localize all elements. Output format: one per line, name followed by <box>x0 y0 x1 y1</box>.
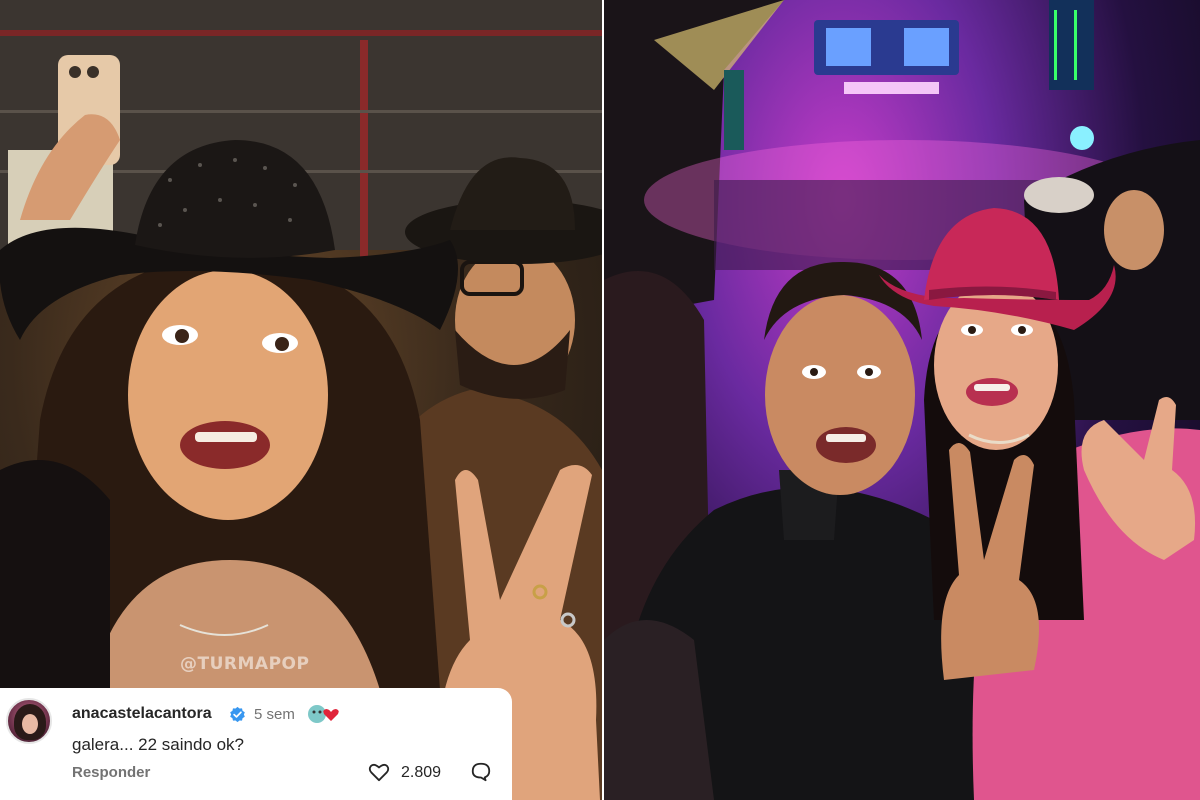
woman-face <box>128 270 328 520</box>
comment-username[interactable]: anacastelacantora <box>72 705 212 723</box>
reply-button[interactable]: Responder <box>72 764 150 781</box>
verified-badge-icon <box>230 706 245 723</box>
right-photo-illustration <box>604 0 1200 800</box>
reply-icon[interactable] <box>470 761 492 783</box>
comment-text: galera... 22 saindo ok? <box>72 735 245 754</box>
man-face <box>765 295 915 495</box>
heart-icon[interactable] <box>368 762 390 782</box>
reaction-emoji-icon <box>308 705 339 723</box>
like-count: 2.809 <box>401 764 442 781</box>
woman-mouth <box>180 421 270 469</box>
left-photo-illustration <box>0 0 602 800</box>
avatar[interactable] <box>6 698 52 744</box>
left-photo: @TURMAPOP anacastelacantora 5 sem galera… <box>0 0 602 800</box>
spectator-hat <box>1024 177 1094 213</box>
comment-time: 5 sem <box>254 706 295 723</box>
right-photo <box>604 0 1200 800</box>
watermark: @TURMAPOP <box>180 654 310 674</box>
